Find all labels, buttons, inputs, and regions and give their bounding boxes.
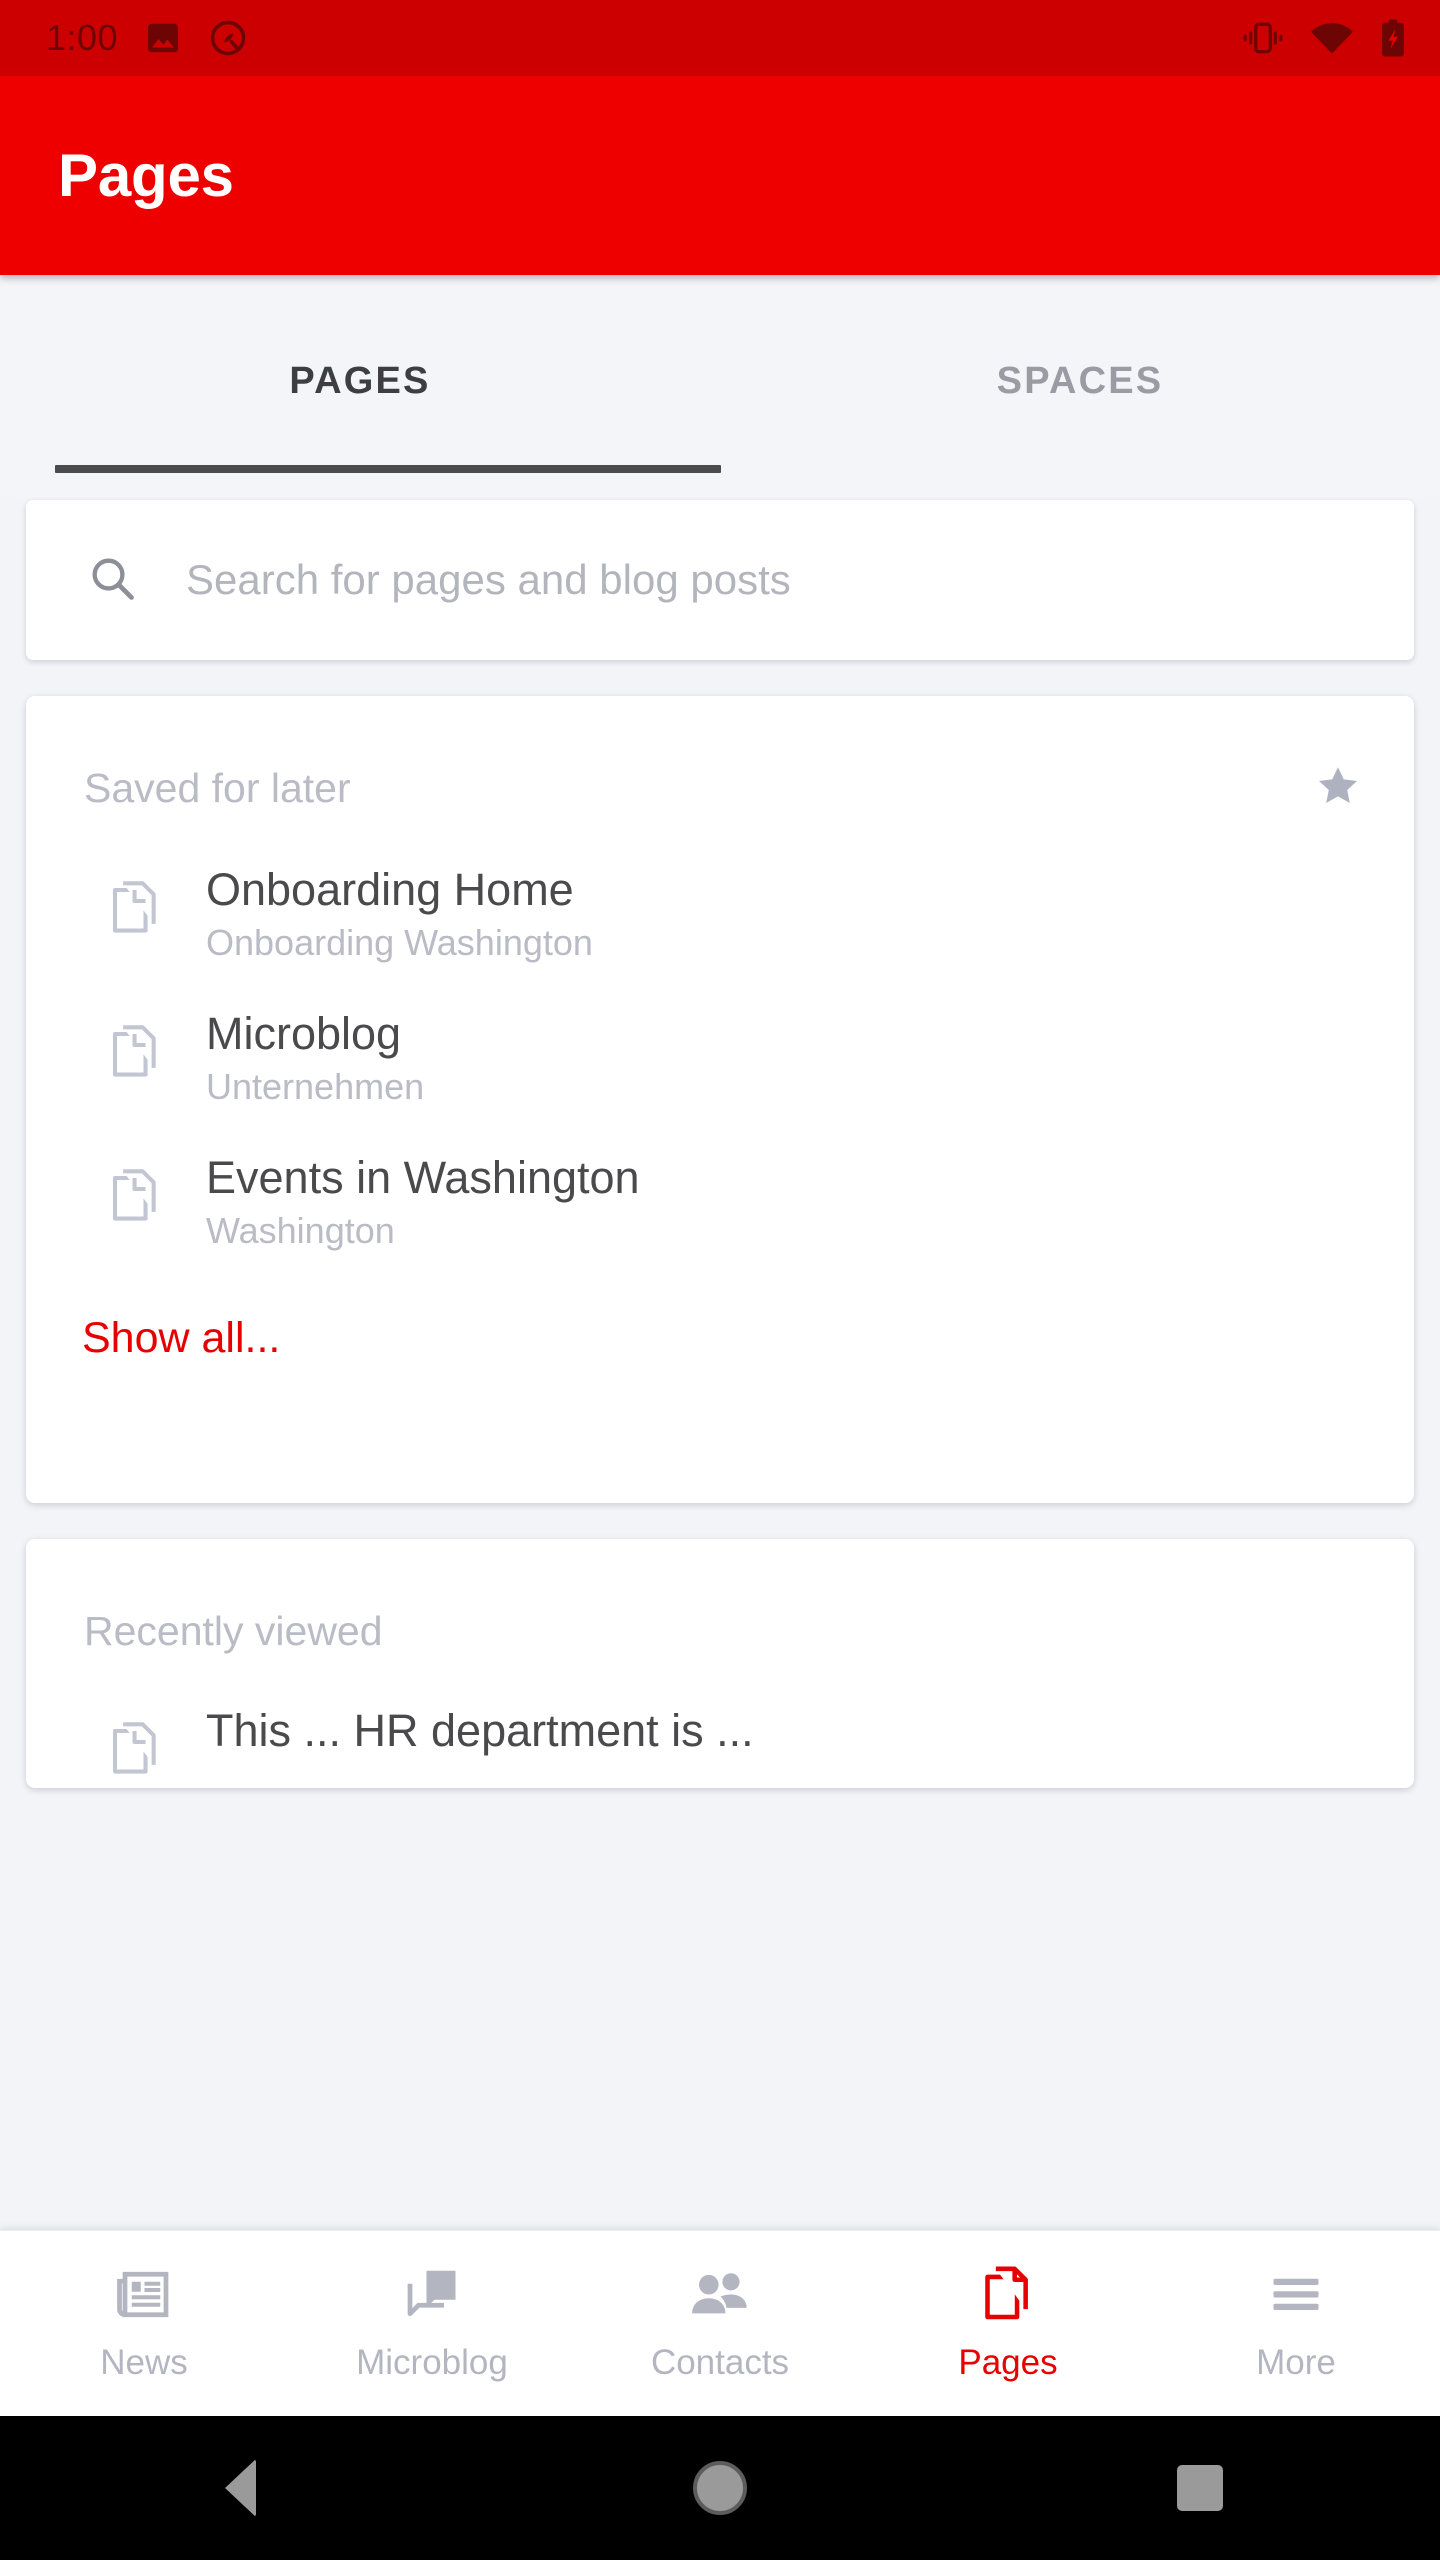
- hamburger-menu-icon: [1266, 2265, 1326, 2327]
- recently-viewed-card: Recently viewed This ... HR department i…: [26, 1539, 1414, 1788]
- tab-spaces[interactable]: SPACES: [720, 360, 1440, 413]
- recents-button[interactable]: [960, 2465, 1440, 2511]
- status-bar-right: [1242, 18, 1406, 58]
- nav-label-pages: Pages: [958, 2342, 1058, 2382]
- list-item-title: Microblog: [206, 1008, 402, 1059]
- nav-item-contacts[interactable]: Contacts: [576, 2265, 864, 2383]
- list-item-title: This ... HR department is ...: [206, 1705, 754, 1756]
- page-copy-icon: [980, 2265, 1036, 2327]
- status-time: 1:00: [46, 17, 119, 58]
- list-item-text: Onboarding Home Onboarding Washington: [206, 864, 593, 964]
- nav-item-pages[interactable]: Pages: [864, 2265, 1152, 2383]
- page-copy-icon: [108, 1721, 170, 1788]
- recent-card-title: Recently viewed: [84, 1607, 383, 1654]
- list-item-title: Events in Washington: [206, 1152, 640, 1203]
- back-button[interactable]: [0, 2459, 480, 2517]
- vibrate-icon: [1242, 19, 1284, 57]
- saved-for-later-card: Saved for later Onboarding Home Onboardi…: [26, 696, 1414, 1503]
- android-q-icon: [208, 18, 248, 58]
- nav-label-news: News: [100, 2342, 188, 2382]
- status-bar-left: 1:00: [46, 18, 248, 58]
- recent-items-list: This ... HR department is ...: [26, 1665, 1414, 1788]
- nav-item-news[interactable]: News: [0, 2265, 288, 2383]
- search-bar[interactable]: Search for pages and blog posts: [26, 500, 1414, 660]
- card-bottom-spacer: [26, 1363, 1414, 1503]
- list-item-subtitle: Unternehmen: [206, 1066, 425, 1108]
- page-copy-icon: [108, 880, 170, 947]
- saved-items-list: Onboarding Home Onboarding Washington Mi…: [26, 822, 1414, 1270]
- list-item-title: Onboarding Home: [206, 864, 574, 915]
- recent-card-header: Recently viewed: [26, 1539, 1414, 1665]
- nav-label-contacts: Contacts: [650, 2342, 790, 2382]
- page-title: Pages: [58, 142, 234, 209]
- list-item-text: Events in Washington Washington: [206, 1152, 640, 1252]
- list-item[interactable]: This ... HR department is ...: [26, 1705, 1414, 1788]
- tab-pages[interactable]: PAGES: [0, 360, 720, 413]
- chat-bubble-icon: [402, 2265, 462, 2327]
- show-all-link[interactable]: Show all...: [26, 1296, 1414, 1363]
- search-container: Search for pages and blog posts: [0, 500, 1440, 660]
- page-copy-icon: [108, 1168, 170, 1235]
- nav-label-more: More: [1256, 2342, 1336, 2382]
- wifi-icon: [1310, 20, 1354, 56]
- app-bar: Pages: [0, 76, 1440, 275]
- list-item-subtitle: Washington: [206, 1210, 395, 1252]
- tab-indicator: [55, 465, 721, 473]
- star-filled-icon[interactable]: [1314, 762, 1362, 815]
- search-icon: [86, 552, 138, 609]
- people-icon: [689, 2265, 751, 2327]
- nav-item-more[interactable]: More: [1152, 2265, 1440, 2383]
- list-item[interactable]: Events in Washington Washington: [26, 1152, 1414, 1270]
- phone-screen: 1:00 Pages PAGES SPACES Search for pages…: [0, 0, 1440, 2560]
- image-icon: [144, 19, 182, 57]
- list-item-subtitle: Onboarding Washington: [206, 922, 593, 964]
- status-bar: 1:00: [0, 0, 1440, 76]
- battery-charging-icon: [1380, 18, 1406, 58]
- search-input[interactable]: Search for pages and blog posts: [186, 556, 791, 604]
- bottom-navigation-bar: News Microblog Contacts Pages More: [0, 2230, 1440, 2416]
- newspaper-icon: [114, 2265, 174, 2327]
- saved-card-header: Saved for later: [26, 696, 1414, 822]
- saved-card-title: Saved for later: [84, 764, 351, 811]
- list-item-text: Microblog Unternehmen: [206, 1008, 424, 1108]
- nav-label-microblog: Microblog: [356, 2342, 508, 2382]
- android-navigation-bar: [0, 2416, 1440, 2560]
- page-copy-icon: [108, 1024, 170, 1091]
- main-content: PAGES SPACES Search for pages and blog p…: [0, 275, 1440, 2230]
- list-item[interactable]: Onboarding Home Onboarding Washington: [26, 864, 1414, 982]
- tab-bar: PAGES SPACES: [0, 275, 1440, 497]
- home-button[interactable]: [480, 2461, 960, 2515]
- list-item[interactable]: Microblog Unternehmen: [26, 1008, 1414, 1126]
- nav-item-microblog[interactable]: Microblog: [288, 2265, 576, 2383]
